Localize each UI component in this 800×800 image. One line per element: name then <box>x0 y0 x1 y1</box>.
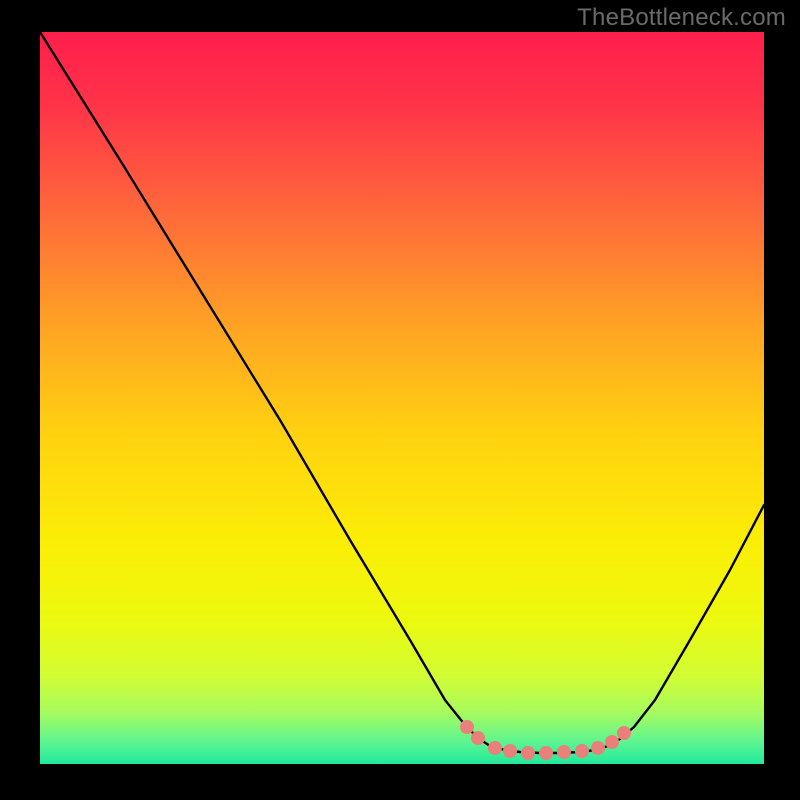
valley-marker-dot <box>617 726 631 740</box>
valley-marker-dot <box>605 735 619 749</box>
valley-marker-dot <box>521 746 535 760</box>
plot-background <box>40 32 764 764</box>
valley-marker-dot <box>557 745 571 759</box>
valley-marker-dot <box>591 741 605 755</box>
valley-marker-dot <box>539 746 553 760</box>
valley-marker-dot <box>503 744 517 758</box>
chart-container: TheBottleneck.com <box>0 0 800 800</box>
valley-marker-dot <box>488 741 502 755</box>
bottleneck-chart <box>0 0 800 800</box>
valley-marker-dot <box>460 720 474 734</box>
valley-marker-dot <box>575 744 589 758</box>
valley-marker-dot <box>471 731 485 745</box>
watermark-text: TheBottleneck.com <box>577 4 786 32</box>
